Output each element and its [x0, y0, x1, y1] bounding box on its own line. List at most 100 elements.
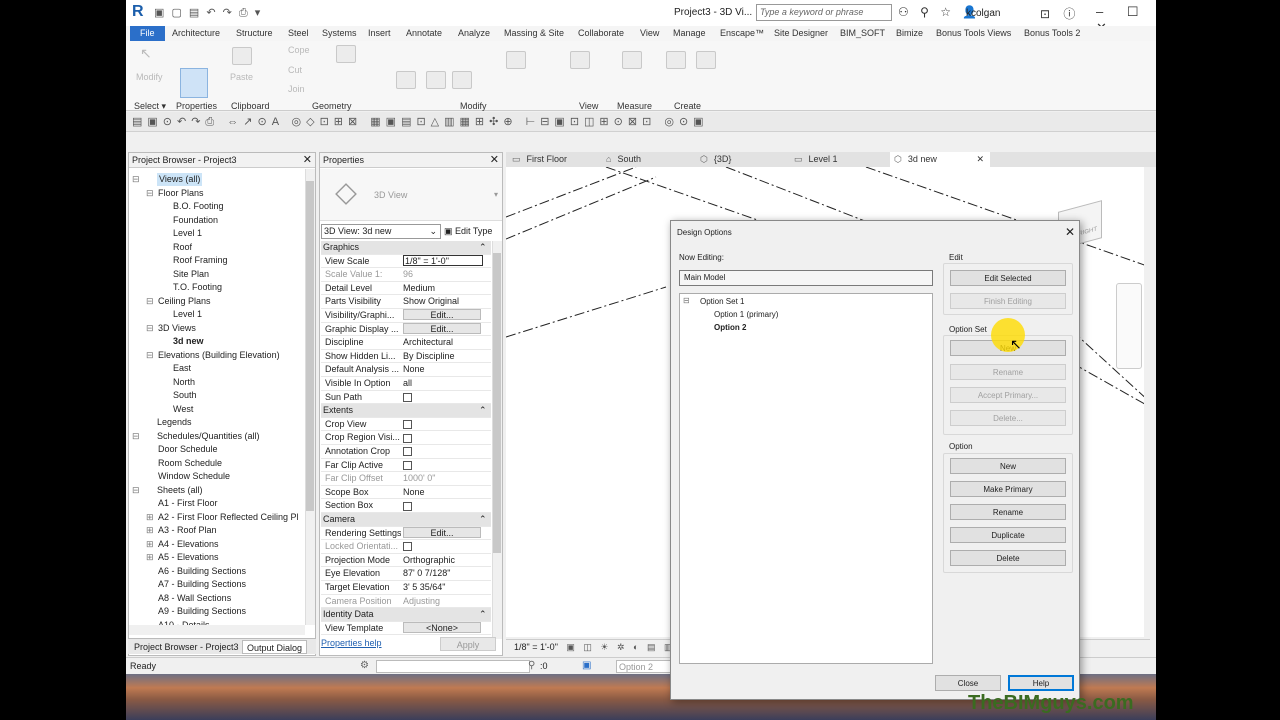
project-browser-item[interactable]: Ceiling Plans	[158, 295, 211, 308]
tree-toggle-icon[interactable]: ⊟	[146, 322, 154, 335]
collapse-icon[interactable]: ⌃	[479, 241, 489, 254]
view-tab[interactable]: ⌂ South	[602, 152, 696, 167]
view-control-icons[interactable]: ▣ ◫ ☀ ✲ ◐ ▤ ▥	[566, 642, 675, 652]
design-options-icon[interactable]: ▣	[582, 660, 591, 671]
accept-primary-button[interactable]: Accept Primary...	[950, 387, 1066, 403]
property-edit-button[interactable]: <None>	[403, 621, 481, 633]
tab-enscape[interactable]: Enscape™	[720, 26, 764, 41]
apply-button[interactable]: Apply	[440, 637, 496, 651]
secondary-toolbar[interactable]: ▤▣⊙↶↷⎙ ⇔↗⊙A ◎◇⊡⊞⊠ ▦▣▤⊡△▥▦⊞✣⊕ ⊢⊟▣⊡◫⊞⊙⊠⊡ ◎…	[126, 112, 1156, 132]
geometry-tool-icon[interactable]	[336, 45, 356, 63]
tab-file[interactable]: File	[130, 26, 165, 41]
paste-button[interactable]: Paste	[230, 72, 253, 82]
measure-icon[interactable]	[622, 51, 642, 69]
properties-section[interactable]: Camera ⌃	[321, 513, 491, 527]
project-browser-item[interactable]: Site Plan	[173, 268, 209, 281]
chevron-down-icon[interactable]: ⌄	[429, 225, 437, 238]
project-browser-item[interactable]: Roof	[173, 241, 192, 254]
search-input[interactable]: Type a keyword or phrase	[756, 4, 892, 21]
project-browser-item[interactable]: Legends	[157, 416, 192, 429]
quick-access-toolbar[interactable]: ▣ ▢ ▤ ↶ ↷ ⎙ ▾	[154, 6, 262, 20]
view-scale[interactable]: 1/8" = 1'-0"	[514, 642, 558, 652]
canvas-scrollbar[interactable]	[1144, 167, 1156, 637]
view-tab[interactable]: ⬡ {3D}	[696, 152, 790, 167]
cope-button[interactable]: Cope	[288, 45, 310, 55]
delete-option-set-button[interactable]: Delete...	[950, 410, 1066, 426]
property-checkbox[interactable]	[403, 433, 412, 443]
project-browser-item[interactable]: A1 - First Floor	[158, 497, 218, 510]
tab-annotate[interactable]: Annotate	[406, 26, 442, 41]
rotate-icon[interactable]	[452, 71, 472, 89]
tree-option-set[interactable]: Option Set 1	[700, 297, 744, 306]
project-browser-item[interactable]: 3D Views	[158, 322, 196, 335]
properties-section[interactable]: Graphics ⌃	[321, 241, 491, 255]
tree-toggle-icon[interactable]: ⊟	[146, 349, 154, 362]
tree-toggle-icon[interactable]: ⊟	[132, 430, 140, 443]
options-tree[interactable]: ⊟ Option Set 1 Option 1 (primary) Option…	[679, 293, 933, 664]
navigation-bar[interactable]	[1116, 283, 1142, 369]
collapse-icon[interactable]: ⌃	[479, 513, 489, 526]
tree-toggle-icon[interactable]: ⊞	[146, 551, 154, 564]
property-value[interactable]: Orthographic	[403, 554, 489, 567]
filter-icon[interactable]: ⚲	[528, 660, 535, 671]
property-value[interactable]: Show Original	[403, 295, 489, 308]
view-instance-select[interactable]: 3D View: 3d new ⌄	[321, 224, 441, 239]
project-browser-item[interactable]: Elevations (Building Elevation)	[158, 349, 280, 362]
finish-editing-button[interactable]: Finish Editing	[950, 293, 1066, 309]
create-assembly-icon[interactable]	[696, 51, 716, 69]
collapse-icon[interactable]: ⌃	[479, 404, 489, 417]
tree-toggle-icon[interactable]: ⊟	[146, 295, 154, 308]
rename-option-button[interactable]: Rename	[950, 504, 1066, 520]
project-browser-item[interactable]: A8 - Wall Sections	[158, 592, 231, 605]
cart-help-icons[interactable]: ⊡ ⓘ	[1040, 5, 1080, 22]
tab-bonus-tools-views[interactable]: Bonus Tools Views	[936, 26, 1011, 41]
move-icon[interactable]	[396, 71, 416, 89]
tab-output-dialog[interactable]: Output Dialog	[242, 640, 308, 654]
project-browser-item[interactable]: T.O. Footing	[173, 281, 222, 294]
property-checkbox[interactable]	[403, 542, 412, 552]
project-browser-item[interactable]: A9 - Building Sections	[158, 605, 246, 618]
property-value[interactable]: 1000' 0"	[403, 472, 489, 485]
join-button[interactable]: Join	[288, 84, 305, 94]
tab-structure[interactable]: Structure	[236, 26, 273, 41]
tab-steel[interactable]: Steel	[288, 26, 309, 41]
type-selector[interactable]: 3D View ▾	[320, 169, 502, 221]
tree-option-2[interactable]: Option 2	[714, 323, 746, 332]
project-browser-item[interactable]: Roof Framing	[173, 254, 228, 267]
tab-bonus-tools-2[interactable]: Bonus Tools 2	[1024, 26, 1080, 41]
property-input[interactable]: 1/8" = 1'-0"	[403, 254, 483, 266]
array-icon[interactable]	[506, 51, 526, 69]
tab-view[interactable]: View	[640, 26, 659, 41]
property-checkbox[interactable]	[403, 419, 412, 429]
tab-architecture[interactable]: Architecture	[172, 26, 220, 41]
property-value[interactable]: Medium	[403, 282, 489, 295]
project-browser-hscrollbar[interactable]	[129, 625, 305, 635]
tree-toggle-icon[interactable]: ⊞	[146, 538, 154, 551]
properties-section[interactable]: Identity Data ⌃	[321, 608, 491, 622]
property-value[interactable]: 96	[403, 268, 489, 281]
close-icon[interactable]: ✕	[1065, 225, 1075, 239]
tree-toggle-icon[interactable]: ⊟	[146, 187, 154, 200]
project-browser-item[interactable]: Door Schedule	[158, 443, 218, 456]
properties-section[interactable]: Extents ⌃	[321, 404, 491, 418]
project-browser-item[interactable]: 3d new	[173, 335, 204, 348]
close-button[interactable]: Close	[935, 675, 1001, 691]
property-value[interactable]: 3' 5 35/64"	[403, 581, 489, 594]
view-tab[interactable]: ▭ First Floor	[508, 152, 602, 167]
worksharing-icon[interactable]: ⚙	[360, 660, 369, 671]
project-browser-item[interactable]: Floor Plans	[158, 187, 204, 200]
close-icon[interactable]: ✕	[976, 152, 984, 167]
tab-bimize[interactable]: Bimize	[896, 26, 923, 41]
property-checkbox[interactable]	[403, 447, 412, 457]
modify-button[interactable]: Modify	[136, 72, 163, 82]
project-browser-item[interactable]: Schedules/Quantities (all)	[157, 430, 260, 443]
modify-cursor-icon[interactable]: ↖	[140, 45, 160, 63]
tree-toggle-icon[interactable]: ⊟	[132, 173, 140, 186]
project-browser-item[interactable]: A7 - Building Sections	[158, 578, 246, 591]
project-browser-item[interactable]: Room Schedule	[158, 457, 222, 470]
project-browser-scroll-thumb[interactable]	[306, 181, 314, 511]
property-value[interactable]: None	[403, 486, 489, 499]
align-icon[interactable]	[426, 71, 446, 89]
project-browser-item[interactable]: B.O. Footing	[173, 200, 224, 213]
select-group-label[interactable]: Select ▾	[134, 101, 166, 112]
